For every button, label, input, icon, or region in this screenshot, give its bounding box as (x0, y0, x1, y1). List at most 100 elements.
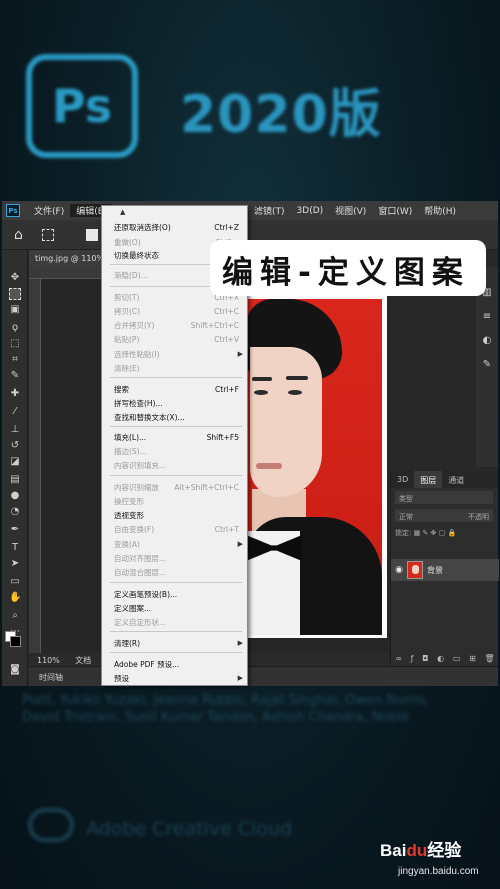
shape-tool-icon[interactable]: ▭ (9, 576, 21, 588)
menu-3d[interactable]: 3D(D) (291, 206, 330, 216)
panel-adjust-icon[interactable]: ◐ (481, 335, 493, 347)
edit-menu-item[interactable]: 还原取消选择(O) Ctrl+Z (102, 222, 247, 233)
timeline-label[interactable]: 时间轴 (39, 673, 63, 682)
eraser-tool-icon[interactable]: ◪ (9, 456, 21, 468)
zoom-tool-icon[interactable]: ⌕ (9, 610, 21, 622)
menu-item-label: 查找和替换文本(X)... (114, 413, 185, 422)
menu-view[interactable]: 视图(V) (329, 204, 372, 217)
home-icon[interactable]: ⌂ (14, 227, 23, 243)
edit-menu-item[interactable]: 清理(R) ▶ (102, 638, 247, 649)
tab-channels[interactable]: 通道 (442, 471, 470, 488)
menu-separator (110, 475, 242, 476)
menu-item-label: 粘贴(P) (114, 335, 140, 344)
edit-menu-item[interactable]: 定义自定形状... (102, 617, 247, 628)
edit-menu-item[interactable]: 自动混合图层... (102, 567, 247, 578)
menu-separator (110, 377, 242, 378)
lasso-tool-icon[interactable]: ϙ (9, 322, 21, 334)
menu-filter[interactable]: 滤镜(T) (248, 204, 291, 217)
edit-menu-item[interactable]: 描边(S)... (102, 446, 247, 457)
photo-lip (256, 463, 282, 469)
layer-kind-label: 类型 (399, 495, 413, 503)
healing-tool-icon[interactable]: ✚ (9, 388, 21, 400)
edit-menu-item[interactable]: 粘贴(P) Ctrl+V (102, 334, 247, 345)
clone-stamp-tool-icon[interactable]: ⊥ (9, 424, 21, 436)
zoom-level[interactable]: 110% (37, 656, 60, 665)
photo-brow-left (252, 377, 272, 381)
edit-menu-item[interactable]: 预设 ▶ (102, 673, 247, 684)
edit-menu-item[interactable]: 定义画笔预设(B)... (102, 589, 247, 600)
panel-brush-icon[interactable]: ✎ (481, 359, 493, 371)
group-icon[interactable]: ▭ (453, 654, 461, 666)
layers-panel: 3D 图层 通道 类型 正常 不透明 锁定: ▦ ✎ ✥ ▢ 🔒 ◉ 背景 ∞ … (390, 471, 499, 666)
history-brush-tool-icon[interactable]: ↺ (9, 440, 21, 452)
edit-menu-item[interactable]: 拼写检查(H)... (102, 398, 247, 409)
edit-menu-item[interactable]: Adobe PDF 预设... (102, 659, 247, 670)
edit-menu-item[interactable]: 透视变形 (102, 510, 247, 521)
mask-icon[interactable]: ◘ (422, 654, 428, 666)
brush-tool-icon[interactable]: ⁄ (9, 406, 21, 418)
edit-menu-item[interactable]: 合并拷贝(Y) Shift+Ctrl+C (102, 320, 247, 331)
layer-row-background[interactable]: ◉ 背景 (391, 559, 499, 581)
edit-menu-item[interactable]: 搜索 Ctrl+F (102, 384, 247, 395)
edit-menu-item[interactable]: 拷贝(C) Ctrl+C (102, 306, 247, 317)
object-select-tool-icon[interactable]: ⬚ (9, 338, 21, 350)
lock-options[interactable]: 锁定: ▦ ✎ ✥ ▢ 🔒 (395, 528, 493, 540)
menu-help[interactable]: 帮助(H) (418, 204, 462, 217)
pen-tool-icon[interactable]: ✒ (9, 524, 21, 536)
edit-menu-item[interactable]: 自动对齐图层... (102, 553, 247, 564)
artboard-tool-icon[interactable]: ▣ (9, 304, 21, 316)
background-color-swatch[interactable] (10, 636, 21, 647)
panel-properties-icon[interactable]: ≡ (481, 311, 493, 323)
fx-icon[interactable]: ƒ (411, 654, 414, 666)
dodge-tool-icon[interactable]: ◔ (9, 506, 21, 518)
edit-menu-item[interactable]: 内容识别缩放 Alt+Shift+Ctrl+C (102, 482, 247, 493)
app-icon[interactable]: Ps (6, 204, 20, 217)
layer-kind-filter[interactable]: 类型 (395, 491, 493, 504)
menu-file[interactable]: 文件(F) (28, 204, 70, 217)
edit-menu-item[interactable]: 定义图案... (102, 603, 247, 614)
type-tool-icon[interactable]: T (9, 542, 21, 554)
layers-panel-tabs: 3D 图层 通道 (391, 471, 498, 488)
eyedropper-tool-icon[interactable]: ✎ (9, 370, 21, 382)
creative-cloud-label: Adobe Creative Cloud (86, 818, 293, 840)
submenu-arrow-icon: ▶ (237, 674, 243, 682)
crop-tool-icon[interactable]: ⌗ (9, 354, 21, 366)
tab-layers[interactable]: 图层 (414, 471, 443, 488)
selection-mode-icon[interactable] (86, 229, 98, 241)
menu-item-shortcut: Alt+Shift+Ctrl+C (174, 483, 239, 492)
menu-item-label: 填充(L)... (114, 433, 147, 442)
blend-mode-select[interactable]: 正常 不透明 (395, 509, 493, 522)
delete-layer-icon[interactable]: 🗑 (484, 654, 494, 666)
tab-3d[interactable]: 3D (391, 471, 414, 488)
timeline-panel: 时间轴 (29, 666, 498, 686)
doc-info-label[interactable]: 文档 (75, 656, 91, 665)
gradient-tool-icon[interactable]: ▤ (9, 474, 21, 486)
edit-menu-item[interactable]: 变换(A) ▶ (102, 539, 247, 550)
marquee-tool-icon[interactable] (9, 288, 21, 300)
hand-tool-icon[interactable]: ✋ (9, 592, 21, 604)
menu-window[interactable]: 窗口(W) (372, 204, 418, 217)
menu-item-label: 清除(E) (114, 364, 140, 373)
blur-tool-icon[interactable]: ● (9, 490, 21, 502)
marquee-option-icon[interactable] (42, 229, 54, 241)
edit-menu-item[interactable]: 填充(L)... Shift+F5 (102, 432, 247, 443)
edit-menu-item[interactable]: 操控变形 (102, 496, 247, 507)
menu-separator (110, 426, 242, 427)
menu-item-label: 还原取消选择(O) (114, 223, 171, 232)
edit-menu-item[interactable]: 清除(E) (102, 363, 247, 374)
quick-mask-icon[interactable]: ◙ (9, 664, 21, 676)
path-select-tool-icon[interactable]: ➤ (9, 558, 21, 570)
move-tool-icon[interactable]: ✥ (9, 272, 21, 284)
link-layers-icon[interactable]: ∞ (395, 654, 402, 666)
edit-menu-item[interactable]: 选择性粘贴(I) ▶ (102, 349, 247, 360)
edit-menu-item[interactable]: 内容识别填充... (102, 460, 247, 471)
baidu-watermark: Baidu经验 (380, 836, 461, 861)
new-layer-icon[interactable]: ⊞ (469, 654, 476, 666)
edit-menu-item[interactable]: 自由变换(F) Ctrl+T (102, 524, 247, 535)
edit-menu-item[interactable]: 查找和替换文本(X)... (102, 412, 247, 423)
menu-scroll-up-icon[interactable]: ▲ (120, 208, 125, 216)
menu-item-label: 内容识别缩放 (114, 483, 159, 492)
visibility-eye-icon[interactable]: ◉ (391, 565, 407, 575)
adjustment-icon[interactable]: ◐ (437, 654, 444, 666)
menu-bar-right: 滤镜(T) 3D(D) 视图(V) 窗口(W) 帮助(H) (248, 201, 462, 220)
